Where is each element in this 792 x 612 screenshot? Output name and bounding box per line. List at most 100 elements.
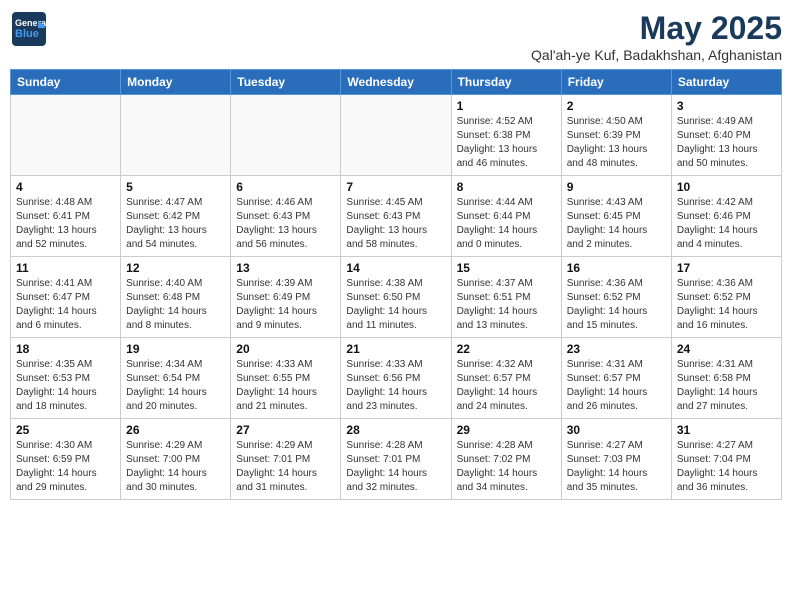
- sunset-time: Sunset: 6:48 PM: [126, 292, 200, 303]
- day-info: Sunrise: 4:44 AMSunset: 6:44 PMDaylight:…: [457, 196, 556, 252]
- daylight-hours: Daylight: 14 hours and 35 minutes.: [567, 468, 648, 493]
- sunrise-time: Sunrise: 4:35 AM: [16, 359, 92, 370]
- calendar-week-row: 18Sunrise: 4:35 AMSunset: 6:53 PMDayligh…: [11, 338, 782, 419]
- table-row: [341, 95, 451, 176]
- table-row: 28 Sunrise: 4:28 AMSunset: 7:01 PMDayligh…: [341, 419, 451, 500]
- day-number: 16: [567, 261, 666, 275]
- table-row: 23Sunrise: 4:31 AMSunset: 6:57 PMDayligh…: [561, 338, 671, 419]
- calendar-week-row: 4 Sunrise: 4:48 AMSunset: 6:41 PMDaylight…: [11, 176, 782, 257]
- day-info: Sunrise: 4:37 AMSunset: 6:51 PMDaylight:…: [457, 277, 556, 333]
- day-number: 30: [567, 423, 666, 437]
- day-number: 13: [236, 261, 335, 275]
- day-info: Sunrise: 4:39 AMSunset: 6:49 PMDaylight:…: [236, 277, 335, 333]
- day-info: Sunrise: 4:28 AMSunset: 7:02 PMDaylight:…: [457, 439, 556, 495]
- sunset-time: Sunset: 6:58 PM: [677, 373, 751, 384]
- sunrise-time: Sunrise: 4:34 AM: [126, 359, 202, 370]
- day-info: Sunrise: 4:36 AMSunset: 6:52 PMDaylight:…: [677, 277, 776, 333]
- page-header: General Blue May 2025 Qal'ah-ye Kuf, Bad…: [10, 10, 782, 63]
- day-number: 15: [457, 261, 556, 275]
- sunrise-time: Sunrise: 4:30 AM: [16, 440, 92, 451]
- table-row: 2Sunrise: 4:50 AMSunset: 6:39 PMDaylight…: [561, 95, 671, 176]
- day-info: Sunrise: 4:33 AMSunset: 6:55 PMDaylight:…: [236, 358, 335, 414]
- location-subtitle: Qal'ah-ye Kuf, Badakhshan, Afghanistan: [531, 47, 782, 63]
- sunset-time: Sunset: 6:39 PM: [567, 130, 641, 141]
- day-number: 1: [457, 99, 556, 113]
- sunrise-time: Sunrise: 4:32 AM: [457, 359, 533, 370]
- table-row: 9Sunrise: 4:43 AMSunset: 6:45 PMDaylight…: [561, 176, 671, 257]
- sunset-time: Sunset: 6:59 PM: [16, 454, 90, 465]
- table-row: 11Sunrise: 4:41 AMSunset: 6:47 PMDayligh…: [11, 257, 121, 338]
- daylight-hours: Daylight: 14 hours and 29 minutes.: [16, 468, 97, 493]
- sunrise-time: Sunrise: 4:39 AM: [236, 278, 312, 289]
- calendar-week-row: 1 Sunrise: 4:52 AMSunset: 6:38 PMDaylight…: [11, 95, 782, 176]
- day-number: 20: [236, 342, 335, 356]
- col-wednesday: Wednesday: [341, 70, 451, 95]
- table-row: 14Sunrise: 4:38 AMSunset: 6:50 PMDayligh…: [341, 257, 451, 338]
- day-number: 14: [346, 261, 445, 275]
- sunset-time: Sunset: 6:38 PM: [457, 130, 531, 141]
- table-row: 4 Sunrise: 4:48 AMSunset: 6:41 PMDaylight…: [11, 176, 121, 257]
- day-info: Sunrise: 4:34 AMSunset: 6:54 PMDaylight:…: [126, 358, 225, 414]
- day-number: 17: [677, 261, 776, 275]
- day-number: 18: [16, 342, 115, 356]
- daylight-hours: Daylight: 14 hours and 18 minutes.: [16, 387, 97, 412]
- daylight-hours: Daylight: 13 hours and 52 minutes.: [16, 225, 97, 250]
- day-info: Sunrise: 4:52 AMSunset: 6:38 PMDaylight:…: [457, 115, 556, 171]
- month-title: May 2025: [531, 10, 782, 47]
- table-row: 20 Sunrise: 4:33 AMSunset: 6:55 PMDayligh…: [231, 338, 341, 419]
- table-row: 24Sunrise: 4:31 AMSunset: 6:58 PMDayligh…: [671, 338, 781, 419]
- title-section: May 2025 Qal'ah-ye Kuf, Badakhshan, Afgh…: [531, 10, 782, 63]
- table-row: 27Sunrise: 4:29 AMSunset: 7:01 PMDayligh…: [231, 419, 341, 500]
- day-number: 28: [346, 423, 445, 437]
- day-info: Sunrise: 4:48 AMSunset: 6:41 PMDaylight:…: [16, 196, 115, 252]
- day-number: 10: [677, 180, 776, 194]
- day-info: Sunrise: 4:36 AMSunset: 6:52 PMDaylight:…: [567, 277, 666, 333]
- table-row: 12Sunrise: 4:40 AMSunset: 6:48 PMDayligh…: [121, 257, 231, 338]
- table-row: 16 Sunrise: 4:36 AMSunset: 6:52 PMDayligh…: [561, 257, 671, 338]
- sunrise-time: Sunrise: 4:28 AM: [346, 440, 422, 451]
- day-number: 6: [236, 180, 335, 194]
- daylight-hours: Daylight: 13 hours and 54 minutes.: [126, 225, 207, 250]
- calendar-header-row: Sunday Monday Tuesday Wednesday Thursday…: [11, 70, 782, 95]
- table-row: 22Sunrise: 4:32 AMSunset: 6:57 PMDayligh…: [451, 338, 561, 419]
- day-info: Sunrise: 4:32 AMSunset: 6:57 PMDaylight:…: [457, 358, 556, 414]
- sunrise-time: Sunrise: 4:31 AM: [567, 359, 643, 370]
- day-info: Sunrise: 4:31 AMSunset: 6:58 PMDaylight:…: [677, 358, 776, 414]
- sunrise-time: Sunrise: 4:46 AM: [236, 197, 312, 208]
- day-number: 29: [457, 423, 556, 437]
- day-number: 21: [346, 342, 445, 356]
- sunrise-time: Sunrise: 4:49 AM: [677, 116, 753, 127]
- table-row: 30Sunrise: 4:27 AMSunset: 7:03 PMDayligh…: [561, 419, 671, 500]
- daylight-hours: Daylight: 14 hours and 6 minutes.: [16, 306, 97, 331]
- day-number: 3: [677, 99, 776, 113]
- sunset-time: Sunset: 6:43 PM: [236, 211, 310, 222]
- sunrise-time: Sunrise: 4:29 AM: [236, 440, 312, 451]
- daylight-hours: Daylight: 14 hours and 9 minutes.: [236, 306, 317, 331]
- sunrise-time: Sunrise: 4:29 AM: [126, 440, 202, 451]
- day-info: Sunrise: 4:28 AMSunset: 7:01 PMDaylight:…: [346, 439, 445, 495]
- day-info: Sunrise: 4:41 AMSunset: 6:47 PMDaylight:…: [16, 277, 115, 333]
- sunset-time: Sunset: 7:01 PM: [236, 454, 310, 465]
- sunrise-time: Sunrise: 4:36 AM: [567, 278, 643, 289]
- daylight-hours: Daylight: 14 hours and 8 minutes.: [126, 306, 207, 331]
- table-row: 15 Sunrise: 4:37 AMSunset: 6:51 PMDayligh…: [451, 257, 561, 338]
- sunset-time: Sunset: 6:56 PM: [346, 373, 420, 384]
- sunrise-time: Sunrise: 4:28 AM: [457, 440, 533, 451]
- sunset-time: Sunset: 7:00 PM: [126, 454, 200, 465]
- daylight-hours: Daylight: 14 hours and 30 minutes.: [126, 468, 207, 493]
- day-number: 8: [457, 180, 556, 194]
- sunset-time: Sunset: 6:44 PM: [457, 211, 531, 222]
- table-row: 17 Sunrise: 4:36 AMSunset: 6:52 PMDayligh…: [671, 257, 781, 338]
- daylight-hours: Daylight: 13 hours and 48 minutes.: [567, 144, 648, 169]
- sunrise-time: Sunrise: 4:33 AM: [236, 359, 312, 370]
- sunrise-time: Sunrise: 4:27 AM: [677, 440, 753, 451]
- day-number: 4: [16, 180, 115, 194]
- sunrise-time: Sunrise: 4:42 AM: [677, 197, 753, 208]
- day-number: 19: [126, 342, 225, 356]
- day-number: 31: [677, 423, 776, 437]
- daylight-hours: Daylight: 14 hours and 0 minutes.: [457, 225, 538, 250]
- sunset-time: Sunset: 7:03 PM: [567, 454, 641, 465]
- day-info: Sunrise: 4:29 AMSunset: 7:01 PMDaylight:…: [236, 439, 335, 495]
- col-sunday: Sunday: [11, 70, 121, 95]
- table-row: 18Sunrise: 4:35 AMSunset: 6:53 PMDayligh…: [11, 338, 121, 419]
